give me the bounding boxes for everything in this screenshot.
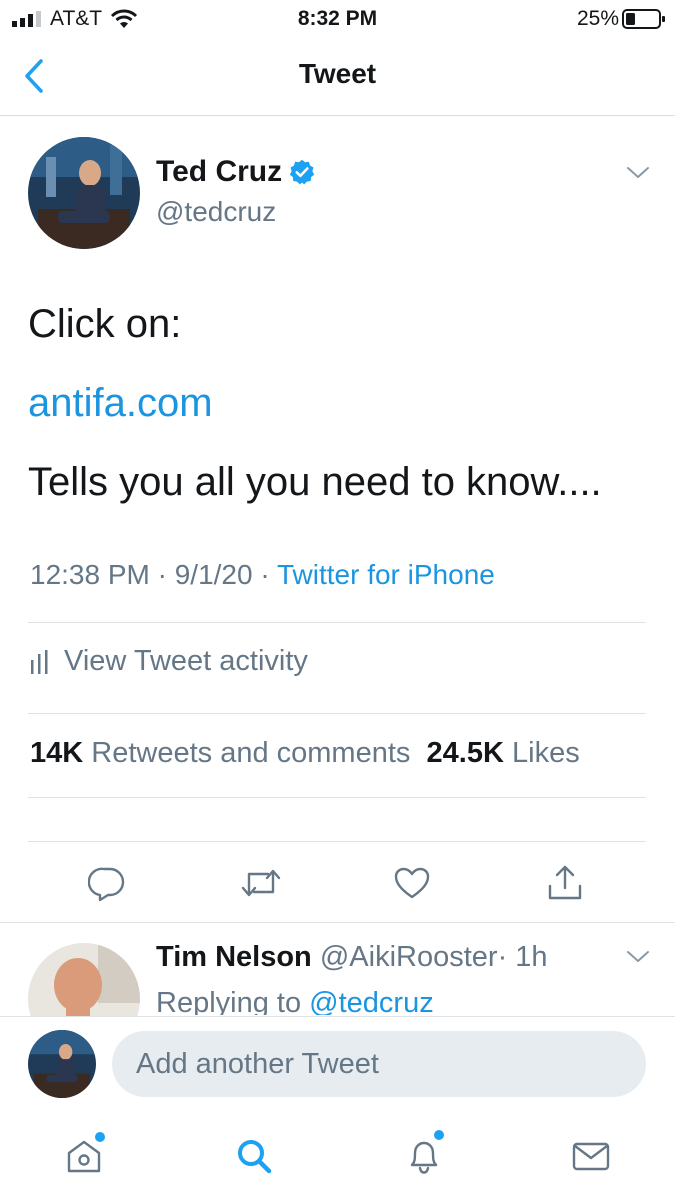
search-icon xyxy=(238,1140,272,1174)
tweet-timestamp: 12:38 PM · 9/1/20 · xyxy=(30,559,277,590)
bell-icon xyxy=(410,1141,438,1174)
notifications-unread-dot xyxy=(434,1130,444,1140)
reply-header: Tim Nelson @AikiRooster· 1h xyxy=(156,941,548,974)
likes-stat[interactable]: 24.5K Likes xyxy=(427,737,580,769)
author-name[interactable]: Ted Cruz xyxy=(156,155,282,189)
tweet-options-button[interactable] xyxy=(626,166,650,180)
reply-options-button[interactable] xyxy=(626,950,650,964)
likes-label: Likes xyxy=(512,737,580,769)
reply-time: · 1h xyxy=(497,941,548,973)
tweet-text-line-2: Tells you all you need to know.... xyxy=(28,460,602,504)
reply-icon xyxy=(88,867,125,902)
tab-bar xyxy=(0,1116,675,1200)
tweet-text-line-1: Click on: xyxy=(28,302,182,346)
tab-home[interactable] xyxy=(64,1132,105,1176)
home-unread-dot xyxy=(95,1132,105,1142)
tab-notifications[interactable] xyxy=(404,1130,444,1176)
tab-search[interactable] xyxy=(234,1136,274,1176)
retweets-count: 14K xyxy=(30,737,84,769)
heart-icon xyxy=(394,867,430,899)
envelope-icon xyxy=(572,1142,610,1171)
reply-author-handle[interactable]: @AikiRooster xyxy=(320,941,498,973)
share-icon xyxy=(548,865,582,900)
replying-to-handle[interactable]: @tedcruz xyxy=(309,987,434,1015)
tweet-stats: 14K Retweets and comments 24.5K Likes xyxy=(30,737,580,770)
add-tweet-input[interactable] xyxy=(112,1031,646,1097)
home-icon xyxy=(67,1140,101,1173)
view-tweet-activity-button[interactable]: View Tweet activity xyxy=(30,645,308,678)
like-button[interactable] xyxy=(393,864,431,902)
author-avatar[interactable] xyxy=(28,137,140,249)
likes-count: 24.5K xyxy=(426,737,504,769)
avatar-image xyxy=(28,1030,96,1098)
author-name-row[interactable]: Ted Cruz xyxy=(156,155,316,189)
divider xyxy=(0,922,675,923)
analytics-icon xyxy=(31,649,48,674)
chevron-down-icon xyxy=(627,951,649,962)
battery-percent: 25% xyxy=(576,7,619,30)
current-user-avatar[interactable] xyxy=(28,1030,96,1098)
replying-to-prefix: Replying to xyxy=(156,987,310,1015)
avatar-image xyxy=(28,137,140,249)
retweets-label: Retweets and comments xyxy=(91,737,411,769)
retweet-button[interactable] xyxy=(240,864,282,902)
status-bar: AT&T 8:32 PM 25% xyxy=(0,0,675,38)
retweet-icon xyxy=(241,869,281,897)
tweet-link[interactable]: antifa.com xyxy=(28,381,213,426)
divider xyxy=(28,841,646,842)
tweet-meta: 12:38 PM · 9/1/20 · Twitter for iPhone xyxy=(30,559,495,591)
tweet-source-link[interactable]: Twitter for iPhone xyxy=(277,559,495,590)
replying-to: Replying to @tedcruz xyxy=(156,987,434,1015)
author-handle[interactable]: @tedcruz xyxy=(156,196,276,228)
reply-author-name[interactable]: Tim Nelson xyxy=(156,941,312,973)
nav-bar: Tweet xyxy=(0,38,675,116)
share-button[interactable] xyxy=(546,864,584,902)
chevron-down-icon xyxy=(627,167,649,178)
clock: 8:32 PM xyxy=(297,7,378,30)
tab-messages[interactable] xyxy=(571,1136,611,1176)
view-tweet-activity-label: View Tweet activity xyxy=(64,645,308,677)
reply-button[interactable] xyxy=(88,864,126,902)
divider xyxy=(28,622,646,623)
divider xyxy=(28,797,646,798)
divider xyxy=(28,713,646,714)
retweets-stat[interactable]: 14K Retweets and comments xyxy=(30,737,410,769)
battery-icon xyxy=(622,9,665,29)
verified-badge-icon xyxy=(289,159,315,185)
page-title: Tweet xyxy=(298,58,377,89)
